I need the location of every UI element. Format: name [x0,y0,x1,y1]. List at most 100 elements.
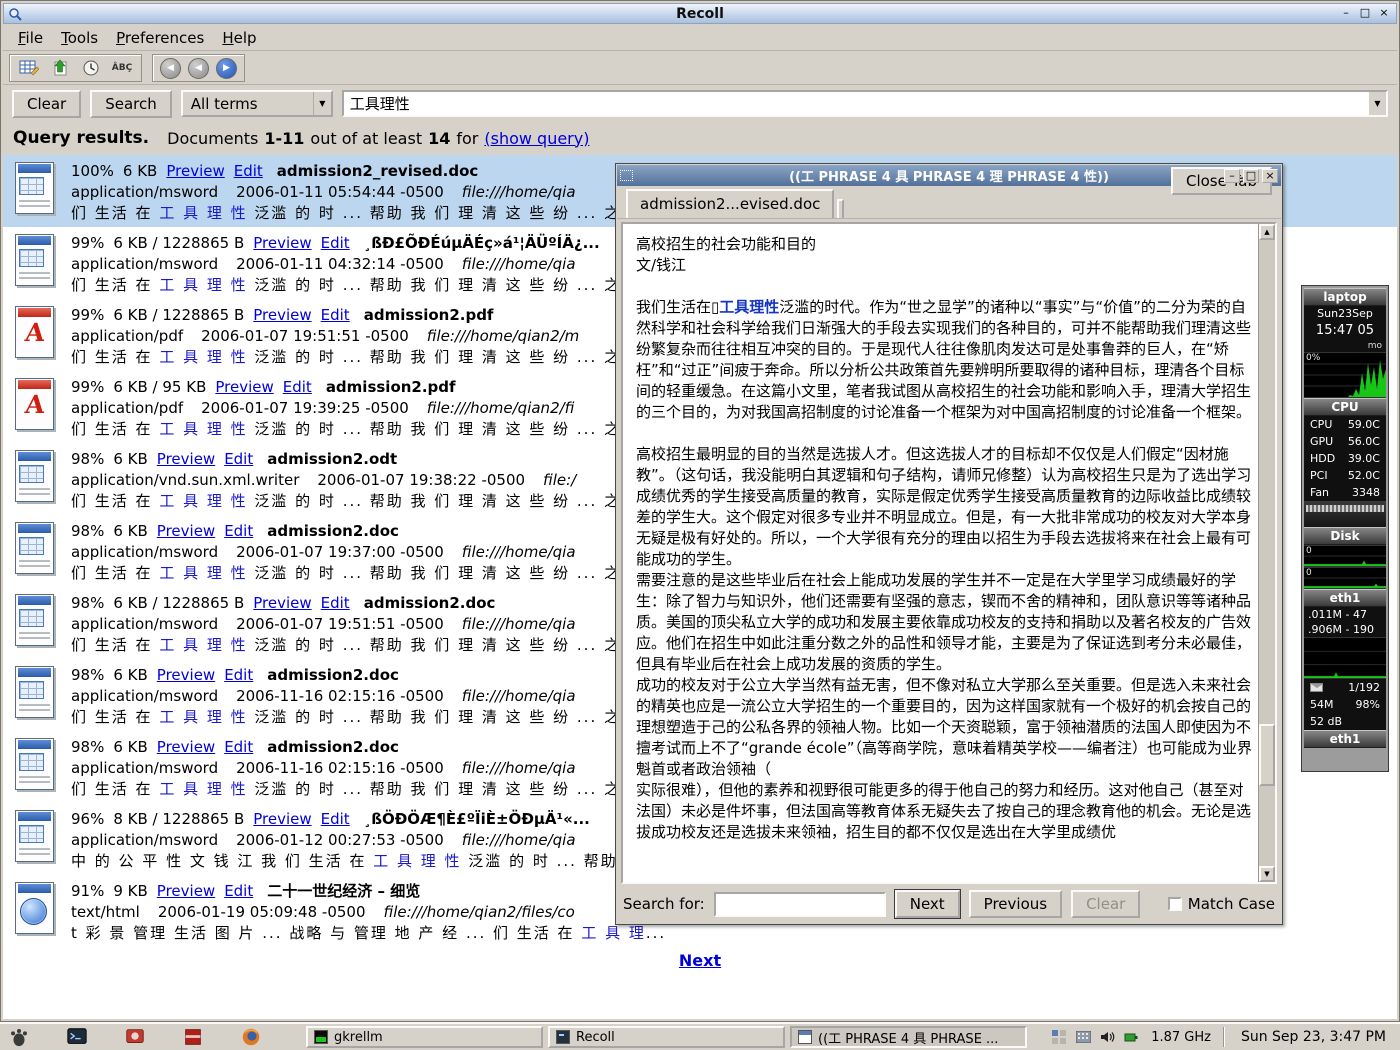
result-body: 98%6 KB / 1228865 BPreviewEditadmission2… [71,593,669,659]
recoll-titlebar[interactable]: Recoll – □ × [3,3,1397,24]
find-input[interactable] [714,892,886,917]
taskbar-button[interactable]: Recoll [548,1026,785,1048]
taskbar-button[interactable]: gkrellm [306,1026,543,1048]
result-edit-link[interactable]: Edit [321,234,350,252]
result-preview-link[interactable]: Preview [157,450,215,468]
show-query-link[interactable]: (show query) [484,129,589,148]
search-input[interactable] [344,95,1369,113]
chevron-down-icon[interactable] [313,92,331,115]
battery-applet[interactable] [1123,1029,1139,1045]
previous-page-button[interactable] [188,58,209,79]
disk-write-chart: 0 [1304,567,1386,589]
footprint-launcher[interactable] [6,1025,32,1049]
cpu-chart: 0% [1304,352,1386,398]
preview-run: 工具理性 [719,298,779,316]
maximize-icon[interactable]: □ [1357,6,1373,21]
find-next-button[interactable]: Next [895,890,960,918]
find-clear-button[interactable]: Clear [1071,890,1140,918]
search-button[interactable]: Search [90,90,172,118]
result-preview-link[interactable]: Preview [157,882,215,900]
media-player-launcher[interactable] [122,1025,148,1049]
search-row: Clear Search All terms [3,86,1397,121]
gkrellm-monitor[interactable]: laptop Sun23Sep 15:47 05 mo 0% CPU CPU59… [1301,285,1389,772]
preview-scrollbar[interactable] [1258,224,1275,882]
doc-file-icon [13,521,57,579]
result-filename: admission2.doc [364,594,496,612]
result-edit-link[interactable]: Edit [224,882,253,900]
pdf-file-icon: A [13,377,57,435]
result-edit-link[interactable]: Edit [321,810,350,828]
result-preview-link[interactable]: Preview [166,162,224,180]
scrollbar-thumb[interactable] [1259,724,1275,786]
term-explorer-button[interactable]: ÂBÇ [110,56,134,80]
find-previous-button[interactable]: Previous [969,890,1062,918]
preview-minimize-icon[interactable]: – [1224,169,1240,183]
pager-applet[interactable] [1051,1029,1067,1045]
doc-file-icon [13,737,57,795]
result-preview-link[interactable]: Preview [253,810,311,828]
preview-maximize-icon[interactable]: □ [1243,169,1259,183]
result-edit-link[interactable]: Edit [224,522,253,540]
sort-parameters-button[interactable] [48,56,72,80]
result-size: 6 KB / 1228865 B [113,594,244,612]
snippet-run: 们 生活 在 [71,564,159,582]
menu-item-preferences[interactable]: Preferences [107,27,213,49]
taskbar-button[interactable]: ((工 PHRASE 4 具 PHRASE ... [790,1026,1027,1048]
result-size: 6 KB [113,666,147,684]
minimize-icon[interactable]: – [1338,6,1354,21]
menu-item-file[interactable]: File [9,27,52,49]
preview-tab[interactable]: admission2...evised.doc [626,189,834,218]
scroll-down-icon[interactable] [1259,866,1275,882]
firefox-launcher[interactable] [238,1025,264,1049]
result-edit-link[interactable]: Edit [224,738,253,756]
scroll-up-icon[interactable] [1259,224,1275,240]
document-history-button[interactable] [79,56,103,80]
result-line2: application/vnd.sun.xml.writer2006-01-07… [71,470,669,491]
menu-item-tools[interactable]: Tools [52,27,107,49]
html-file-icon [13,881,57,939]
result-preview-link[interactable]: Preview [253,306,311,324]
result-preview-link[interactable]: Preview [157,738,215,756]
snippet-run: 工 具 理 性 [159,204,247,222]
result-line1: 98%6 KBPreviewEditadmission2.doc [71,521,669,542]
results-header-title: Query results. [13,128,149,148]
result-edit-link[interactable]: Edit [321,306,350,324]
close-icon[interactable]: × [1376,6,1392,21]
preview-window-controls: – □ × [1224,169,1278,183]
result-preview-link[interactable]: Preview [253,594,311,612]
keyboard-applet[interactable] [1075,1029,1091,1045]
result-edit-link[interactable]: Edit [283,378,312,396]
first-page-button[interactable] [160,58,181,79]
preview-run: 成功的校友对于公立大学当然有益无害，但不像对私立大学那么至关重要。但是选入未来社… [636,676,1252,778]
result-preview-link[interactable]: Preview [157,522,215,540]
query-history-chevron-icon[interactable] [1369,92,1386,115]
next-page-button[interactable] [216,58,237,79]
clear-button[interactable]: Clear [12,90,81,118]
sensor-row: GPU56.0C [1304,433,1386,450]
result-preview-link[interactable]: Preview [253,234,311,252]
preview-close-icon[interactable]: × [1262,169,1278,183]
result-edit-link[interactable]: Edit [234,162,263,180]
icon-decoration [19,177,44,195]
snippet-run: 们 生活 在 [71,348,159,366]
volume-applet[interactable] [1099,1029,1115,1045]
next-page-link[interactable]: Next [679,951,721,970]
search-mode-select[interactable]: All terms [181,90,333,117]
menu-item-help[interactable]: Help [213,27,265,49]
result-edit-link[interactable]: Edit [224,666,253,684]
match-case-checkbox[interactable] [1168,897,1182,911]
advanced-search-button[interactable] [17,56,41,80]
match-case-control[interactable]: Match Case [1168,895,1275,913]
result-edit-link[interactable]: Edit [224,450,253,468]
result-preview-link[interactable]: Preview [215,378,273,396]
snippet-run: 泛滥 的 时 ... 帮助 我 们 理 清 这 些 纷 ... 之 外 的 [248,492,669,510]
result-edit-link[interactable]: Edit [321,594,350,612]
package-launcher[interactable] [180,1025,206,1049]
icon-decoration [19,681,44,699]
disk-write-label: 0 [1306,568,1312,578]
result-line2: application/pdf2006-01-07 19:39:25 -0500… [71,398,669,419]
terminal-launcher[interactable] [64,1025,90,1049]
result-size: 6 KB / 95 KB [113,378,206,396]
icon-decoration: A [11,318,58,347]
result-preview-link[interactable]: Preview [157,666,215,684]
